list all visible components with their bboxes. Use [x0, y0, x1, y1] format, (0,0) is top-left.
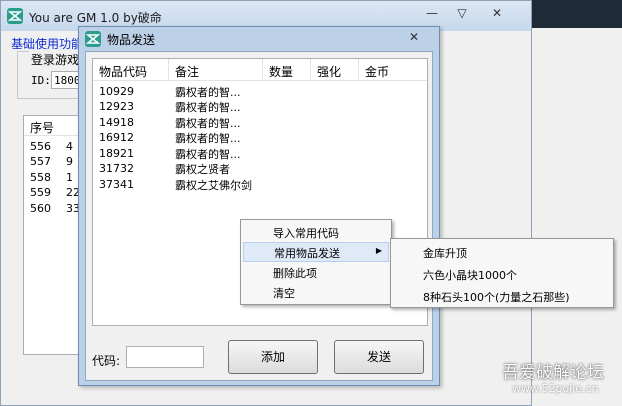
list-item-value: 4: [66, 140, 73, 153]
column-header-enhance[interactable]: 强化: [311, 59, 359, 81]
submenu-arrow-icon: ▶: [375, 246, 382, 255]
list-item-seq: 556: [30, 140, 51, 153]
tab-basic-functions[interactable]: 基础使用功能: [11, 35, 83, 52]
list-item-value: 9: [66, 155, 73, 168]
column-header-gold[interactable]: 金币: [359, 59, 427, 81]
context-menu: 导入常用代码 常用物品发送 ▶ 删除此项 清空: [240, 219, 392, 305]
menu-item-clear[interactable]: 清空: [243, 282, 389, 302]
menu-item-delete[interactable]: 删除此项: [243, 262, 389, 282]
table-row[interactable]: 10929 霸权者的智...: [93, 84, 427, 99]
column-header-seq[interactable]: 序号: [30, 119, 54, 136]
submenu-item-crystals[interactable]: 六色小晶块1000个: [393, 263, 611, 285]
item-code: 18921: [99, 147, 134, 160]
item-note: 霸权者的智...: [175, 132, 241, 145]
item-note: 霸权之贤者: [175, 163, 230, 176]
item-code: 31732: [99, 162, 134, 175]
item-note: 霸权者的智...: [175, 101, 241, 114]
item-code: 12923: [99, 100, 134, 113]
submenu-item-vault[interactable]: 金库升顶: [393, 241, 611, 263]
maximize-button[interactable]: ▽: [449, 4, 475, 22]
menu-item-common-send[interactable]: 常用物品发送 ▶: [243, 242, 389, 262]
item-send-dialog: 物品发送 ✕ 物品代码 备注 数量 强化 金币 10929 霸权者的智... 1…: [78, 26, 440, 386]
table-row[interactable]: 18921 霸权者的智...: [93, 146, 427, 161]
table-row[interactable]: 37341 霸权之艾佛尔剑: [93, 177, 427, 192]
item-note: 霸权者的智...: [175, 117, 241, 130]
item-code: 10929: [99, 85, 134, 98]
desktop-taskbar-strip: [532, 0, 622, 28]
column-header-note[interactable]: 备注: [169, 59, 263, 81]
list-item-value: 1: [66, 171, 73, 184]
submenu-item-label: 金库升顶: [423, 247, 467, 260]
app-icon: [85, 31, 101, 47]
item-code: 37341: [99, 178, 134, 191]
list-item-seq: 557: [30, 155, 51, 168]
item-note: 霸权者的智...: [175, 86, 241, 99]
submenu-item-stones[interactable]: 8种石头100个(力量之石那些): [393, 285, 611, 307]
table-row[interactable]: 14918 霸权者的智...: [93, 115, 427, 130]
watermark-url: www.52pojie.cn: [512, 382, 599, 395]
id-label: ID:: [31, 74, 51, 87]
desktop-background: [532, 0, 622, 406]
code-input[interactable]: [126, 346, 204, 368]
dialog-close-button[interactable]: ✕: [401, 28, 427, 46]
menu-item-label: 导入常用代码: [273, 227, 339, 240]
item-note: 霸权者的智...: [175, 148, 241, 161]
main-window-title: You are GM 1.0 by破命: [29, 11, 162, 25]
add-button[interactable]: 添加: [228, 340, 318, 374]
list-item-seq: 560: [30, 202, 51, 215]
dialog-client-area: 物品代码 备注 数量 强化 金币 10929 霸权者的智... 12923 霸权…: [85, 51, 433, 381]
watermark: 吾爱破解论坛 www.52pojie.cn: [502, 358, 618, 402]
app-icon: [7, 8, 23, 24]
send-button[interactable]: 发送: [334, 340, 424, 374]
dialog-title-bar[interactable]: 物品发送 ✕: [79, 27, 439, 49]
watermark-title: 吾爱破解论坛: [502, 363, 604, 383]
list-item-seq: 559: [30, 186, 51, 199]
menu-item-import-codes[interactable]: 导入常用代码: [243, 222, 389, 242]
list-item-seq: 558: [30, 171, 51, 184]
item-code: 14918: [99, 116, 134, 129]
table-row[interactable]: 16912 霸权者的智...: [93, 130, 427, 145]
item-note: 霸权之艾佛尔剑: [175, 179, 252, 192]
submenu-item-label: 8种石头100个(力量之石那些): [423, 291, 570, 304]
menu-item-label: 清空: [273, 287, 295, 300]
table-row[interactable]: 12923 霸权者的智...: [93, 99, 427, 114]
login-group-label: 登录游戏: [29, 51, 82, 68]
menu-item-label: 删除此项: [273, 267, 317, 280]
code-label: 代码:: [92, 354, 121, 368]
submenu: 金库升顶 六色小晶块1000个 8种石头100个(力量之石那些): [390, 238, 614, 308]
close-button[interactable]: ✕: [477, 4, 517, 22]
item-code: 16912: [99, 131, 134, 144]
minimize-button[interactable]: —: [419, 4, 445, 22]
menu-item-label: 常用物品发送: [274, 247, 340, 260]
table-row[interactable]: 31732 霸权之贤者: [93, 161, 427, 176]
column-header-code[interactable]: 物品代码: [93, 59, 169, 81]
column-header-quantity[interactable]: 数量: [263, 59, 311, 81]
dialog-title: 物品发送: [107, 33, 156, 47]
submenu-item-label: 六色小晶块1000个: [423, 269, 517, 282]
